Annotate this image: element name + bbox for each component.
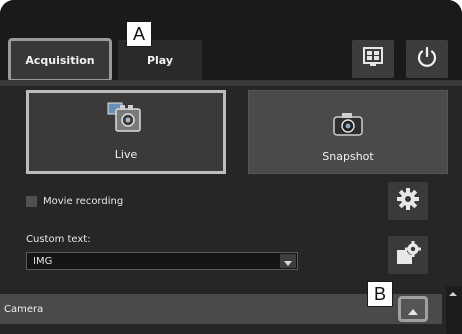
display-settings-icon [361, 45, 385, 73]
camera-section-label: Camera [4, 303, 44, 315]
callout-b: B [367, 281, 393, 307]
movie-recording-row: Movie recording [26, 196, 123, 207]
text-settings-button[interactable] [388, 236, 428, 274]
movie-recording-label: Movie recording [43, 196, 124, 207]
camera-collapse-button[interactable] [398, 296, 428, 322]
app-window: Acquisition Play Live Snapshot Movie rec… [0, 0, 462, 334]
live-button[interactable]: Live [26, 90, 226, 174]
scroll-up-icon[interactable] [449, 292, 457, 296]
custom-text-field[interactable]: IMG [26, 252, 298, 270]
tab-acquisition[interactable]: Acquisition [8, 38, 112, 82]
camera-icon [330, 109, 366, 142]
custom-text-label: Custom text: [26, 234, 91, 245]
tab-play-label: Play [146, 53, 174, 67]
custom-text-dropdown-button[interactable] [280, 254, 296, 268]
display-settings-button[interactable] [352, 40, 394, 78]
tab-bar: Acquisition Play [0, 0, 462, 84]
callout-a: A [126, 21, 152, 47]
power-icon [415, 45, 439, 73]
chevron-up-icon [408, 300, 418, 319]
gear-icon [395, 186, 421, 216]
film-camera-icon [106, 101, 146, 140]
movie-recording-checkbox[interactable] [26, 196, 37, 207]
snapshot-button[interactable]: Snapshot [248, 90, 448, 174]
chevron-down-icon [284, 252, 292, 271]
settings-button[interactable] [388, 182, 428, 220]
tab-acquisition-label: Acquisition [25, 53, 95, 67]
custom-text-value: IMG [33, 255, 53, 267]
document-gear-icon [394, 240, 422, 270]
panel-scrollbar[interactable] [446, 286, 462, 334]
snapshot-label: Snapshot [322, 150, 374, 163]
live-label: Live [114, 148, 138, 161]
power-button[interactable] [406, 40, 448, 78]
